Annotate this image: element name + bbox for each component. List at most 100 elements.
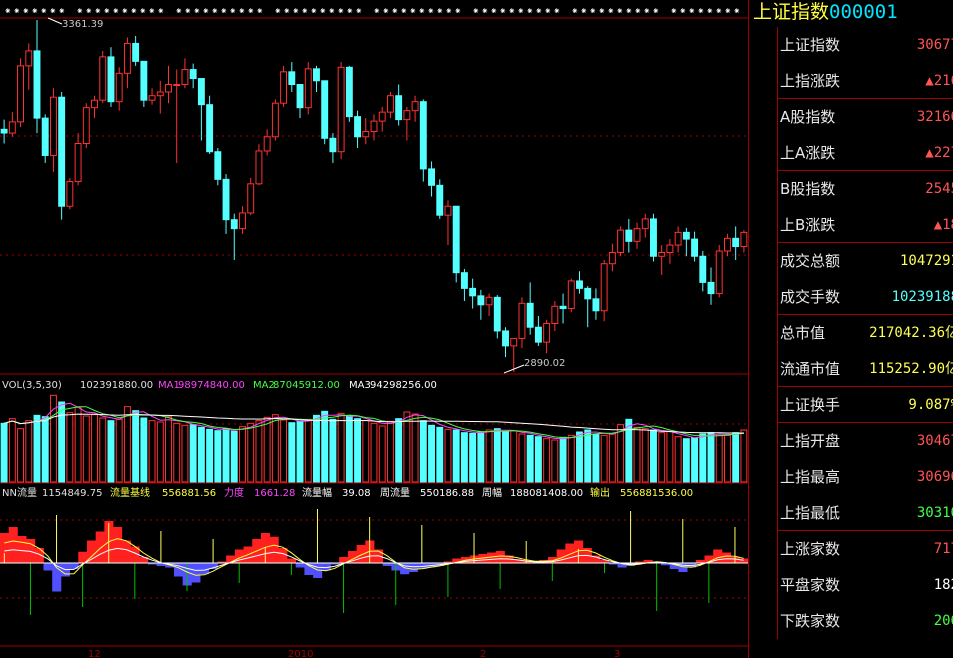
top-marker: ⁕ (580, 7, 588, 17)
volume-bar (123, 406, 131, 483)
nn-flow-bar (191, 563, 201, 583)
top-marker: ⁕ (481, 7, 489, 17)
volume-bar (58, 401, 66, 483)
nn-flow-bar (121, 540, 131, 563)
quote-row: 上指最高 30696 (778, 459, 953, 495)
volume-bar (436, 426, 444, 483)
top-marker: ⁕ (76, 7, 84, 17)
candle-body (740, 231, 748, 248)
quote-value: 32166 (916, 109, 953, 125)
top-marker: ⁕ (130, 7, 138, 17)
volume-bar (354, 418, 362, 483)
volume-bar (485, 429, 493, 483)
ma3-value: 94298256.00 (370, 380, 437, 391)
nn-flow-group (0, 509, 748, 615)
candle-body (271, 102, 279, 138)
nn-flow-bar (8, 527, 18, 563)
quote-row: 流通市值 115252.90亿 (778, 351, 953, 387)
nn-flow-bar (408, 563, 418, 572)
top-marker-row: ⁕ ⁕ ⁕ ⁕ ⁕ ⁕ ⁕ ⁕ ⁕ ⁕ ⁕ ⁕ ⁕ ⁕ ⁕ ⁕ ⁕ ⁕ ⁕ ⁕ ⁕ ⁕ ⁕ ⁕ ⁕ ⁕ ⁕ ⁕ ⁕ ⁕ ⁕ ⁕ ⁕ ⁕ ⁕ ⁕ ⁕ ⁕ ⁕ ⁕… (4, 7, 741, 17)
volume-bar (313, 414, 320, 483)
volume-bar (699, 433, 707, 483)
candle-body (99, 56, 107, 101)
candle-body (165, 84, 172, 93)
volume-bar (189, 424, 197, 483)
index-name: 上证指数 (753, 1, 830, 23)
candle-body (386, 95, 394, 113)
top-marker: ⁕ (436, 7, 444, 17)
nn-value: 1154849.75 (42, 488, 102, 499)
top-marker: ⁕ (49, 7, 57, 17)
high-label: 3361.39 (62, 19, 103, 30)
volume-bar (617, 424, 625, 483)
volume-bar (173, 422, 181, 483)
volume-bar (296, 420, 304, 483)
top-marker: ⁕ (526, 7, 534, 17)
nn-panel: NN流量 1154849.75 流量基线 556881.56 力度 1661.2… (0, 486, 748, 647)
volume-bar (592, 433, 600, 483)
volume-bar (444, 428, 452, 483)
candle-body (608, 252, 616, 265)
top-marker: ⁕ (454, 7, 462, 17)
candle-body (362, 131, 370, 138)
top-marker: ⁕ (535, 7, 543, 17)
candle-body (395, 95, 403, 121)
volume-bar (66, 412, 74, 483)
top-marker: ⁕ (337, 7, 345, 17)
volume-bar (386, 420, 394, 483)
quote-row: 成交总额 1047291 (778, 243, 953, 279)
volume-bar (633, 426, 641, 483)
candle-body (148, 95, 156, 101)
quote-row: 上证换手 9.087% (778, 387, 953, 423)
candle-body (682, 231, 690, 240)
volume-bar (33, 414, 41, 483)
top-marker: ⁕ (382, 7, 390, 17)
volume-bar (222, 428, 230, 483)
force-value: 1661.28 (254, 488, 295, 499)
top-marker: ⁕ (499, 7, 507, 17)
candle-body (460, 272, 468, 289)
volume-bar (271, 414, 279, 483)
quote-label: 上A涨跌 (780, 144, 836, 162)
base-label: 流量基线 (110, 486, 150, 499)
nn-flow-bar (17, 536, 27, 563)
top-marker: ⁕ (328, 7, 336, 17)
top-marker: ⁕ (688, 7, 696, 17)
candle-body (140, 60, 148, 101)
force-label: 力度 (224, 486, 244, 499)
quote-row: 上A涨跌 ▲227 (778, 135, 953, 171)
top-marker: ⁕ (103, 7, 111, 17)
top-marker: ⁕ (355, 7, 363, 17)
volume-bar (239, 426, 246, 483)
quote-row: 上指开盘 30467 (778, 423, 953, 459)
quote-row: B股指数 2545 (778, 171, 953, 207)
top-marker: ⁕ (121, 7, 129, 17)
candle-body (567, 280, 575, 310)
top-marker: ⁕ (634, 7, 642, 17)
top-marker: ⁕ (607, 7, 615, 17)
quote-label: 上指最低 (780, 504, 841, 522)
candle-body (230, 219, 238, 230)
volume-bar (526, 434, 534, 483)
volume-bar (337, 412, 345, 483)
candle-body (633, 228, 641, 242)
candle-body (304, 68, 312, 109)
top-marker: ⁕ (391, 7, 399, 17)
candle-body (17, 65, 25, 123)
candle-body (485, 296, 493, 306)
volume-bar (378, 425, 386, 483)
top-marker: ⁕ (409, 7, 417, 17)
top-marker: ⁕ (220, 7, 228, 17)
candle-body (33, 50, 41, 119)
candle-body (91, 99, 98, 109)
candle-body (469, 287, 477, 297)
quote-label: 成交手数 (780, 288, 841, 306)
volume-bar (263, 416, 271, 483)
nn-flow-bar (113, 527, 123, 563)
top-marker: ⁕ (445, 7, 453, 17)
top-marker: ⁕ (598, 7, 606, 17)
candle-body (25, 50, 33, 67)
volume-bar (650, 429, 657, 483)
base-value: 556881.56 (162, 488, 216, 499)
top-marker: ⁕ (400, 7, 408, 17)
